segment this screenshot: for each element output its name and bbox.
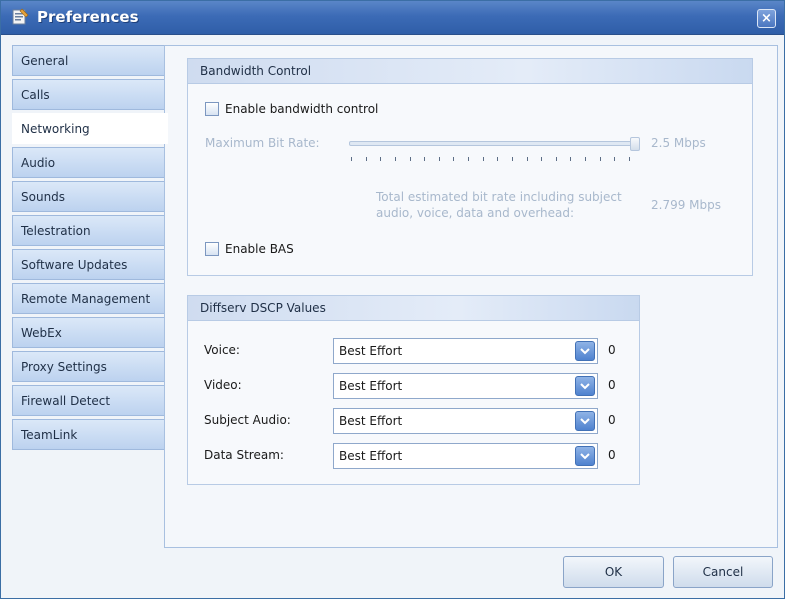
subject-audio-row: Subject Audio: Best Effort 0 xyxy=(188,408,638,434)
total-bitrate-note: Total estimated bit rate including subje… xyxy=(376,190,622,220)
video-code: 0 xyxy=(608,378,616,392)
sidebar: General Calls Networking Audio Sounds Te… xyxy=(12,45,168,453)
sidebar-item-audio[interactable]: Audio xyxy=(12,147,164,178)
chevron-down-icon[interactable] xyxy=(575,341,595,361)
slider-tick xyxy=(511,157,513,161)
chevron-down-icon[interactable] xyxy=(575,376,595,396)
subject-audio-select-value: Best Effort xyxy=(339,414,403,428)
sidebar-item-teamlink[interactable]: TeamLink xyxy=(12,419,164,450)
subject-audio-select[interactable]: Best Effort xyxy=(333,408,598,434)
video-label: Video: xyxy=(204,378,242,392)
sidebar-item-general[interactable]: General xyxy=(12,45,164,76)
voice-select-value: Best Effort xyxy=(339,344,403,358)
bandwidth-control-group: Bandwidth Control Enable bandwidth contr… xyxy=(187,58,753,276)
enable-bas-label: Enable BAS xyxy=(225,242,294,256)
voice-row: Voice: Best Effort 0 xyxy=(188,338,638,364)
video-select-value: Best Effort xyxy=(339,379,403,393)
bandwidth-control-title: Bandwidth Control xyxy=(188,59,752,84)
preferences-icon xyxy=(12,8,29,25)
data-stream-row: Data Stream: Best Effort 0 xyxy=(188,443,638,469)
enable-bas-row[interactable]: Enable BAS xyxy=(205,242,294,256)
sidebar-item-software-updates[interactable]: Software Updates xyxy=(12,249,164,280)
slider-tick xyxy=(351,157,352,161)
slider-tick xyxy=(365,157,367,161)
slider-tick xyxy=(424,157,426,161)
data-stream-code: 0 xyxy=(608,448,616,462)
subject-audio-label: Subject Audio: xyxy=(204,413,291,427)
enable-bandwidth-label: Enable bandwidth control xyxy=(225,102,379,116)
slider-tick xyxy=(468,157,470,161)
chevron-down-icon[interactable] xyxy=(575,411,595,431)
bit-rate-slider-thumb[interactable] xyxy=(630,137,640,151)
slider-tick xyxy=(394,157,396,161)
close-button[interactable]: × xyxy=(757,9,776,28)
title-bar[interactable]: Preferences × xyxy=(1,1,784,35)
enable-bandwidth-checkbox[interactable] xyxy=(205,102,219,116)
slider-tick xyxy=(497,157,499,161)
data-stream-select[interactable]: Best Effort xyxy=(333,443,598,469)
diffserv-title: Diffserv DSCP Values xyxy=(188,296,639,321)
video-row: Video: Best Effort 0 xyxy=(188,373,638,399)
slider-tick xyxy=(453,157,455,161)
max-bit-rate-value: 2.5 Mbps xyxy=(651,136,706,150)
slider-tick xyxy=(438,157,440,161)
slider-tick xyxy=(380,157,382,161)
slider-tick xyxy=(629,157,630,161)
video-select[interactable]: Best Effort xyxy=(333,373,598,399)
data-stream-select-value: Best Effort xyxy=(339,449,403,463)
ok-button[interactable]: OK xyxy=(563,556,664,588)
sidebar-item-firewall-detect[interactable]: Firewall Detect xyxy=(12,385,164,416)
window-title: Preferences xyxy=(37,8,139,26)
networking-panel: Bandwidth Control Enable bandwidth contr… xyxy=(164,45,778,548)
slider-tick xyxy=(541,157,543,161)
sidebar-item-calls[interactable]: Calls xyxy=(12,79,164,110)
diffserv-group: Diffserv DSCP Values Voice: Best Effort … xyxy=(187,295,640,485)
enable-bandwidth-row[interactable]: Enable bandwidth control xyxy=(205,102,378,116)
data-stream-label: Data Stream: xyxy=(204,448,284,462)
voice-label: Voice: xyxy=(204,343,240,357)
slider-tick xyxy=(482,157,484,161)
cancel-button[interactable]: Cancel xyxy=(673,556,773,588)
enable-bas-checkbox[interactable] xyxy=(205,242,219,256)
voice-code: 0 xyxy=(608,343,616,357)
voice-select[interactable]: Best Effort xyxy=(333,338,598,364)
bit-rate-slider-track[interactable] xyxy=(349,141,637,146)
sidebar-item-telestration[interactable]: Telestration xyxy=(12,215,164,246)
sidebar-item-remote-management[interactable]: Remote Management xyxy=(12,283,164,314)
chevron-down-icon[interactable] xyxy=(575,446,595,466)
slider-tick xyxy=(570,157,572,161)
slider-tick xyxy=(555,157,557,161)
slider-tick xyxy=(599,157,601,161)
max-bit-rate-label: Maximum Bit Rate: xyxy=(205,136,320,150)
preferences-window: Preferences × General Calls Networking A… xyxy=(0,0,785,599)
sidebar-item-networking[interactable]: Networking xyxy=(12,113,168,144)
slider-tick xyxy=(526,157,528,161)
slider-tick xyxy=(585,157,587,161)
sidebar-item-webex[interactable]: WebEx xyxy=(12,317,164,348)
sidebar-item-proxy-settings[interactable]: Proxy Settings xyxy=(12,351,164,382)
slider-tick xyxy=(409,157,411,161)
total-bitrate-value: 2.799 Mbps xyxy=(651,198,722,212)
slider-tick xyxy=(614,157,616,161)
subject-audio-code: 0 xyxy=(608,413,616,427)
sidebar-item-sounds[interactable]: Sounds xyxy=(12,181,164,212)
